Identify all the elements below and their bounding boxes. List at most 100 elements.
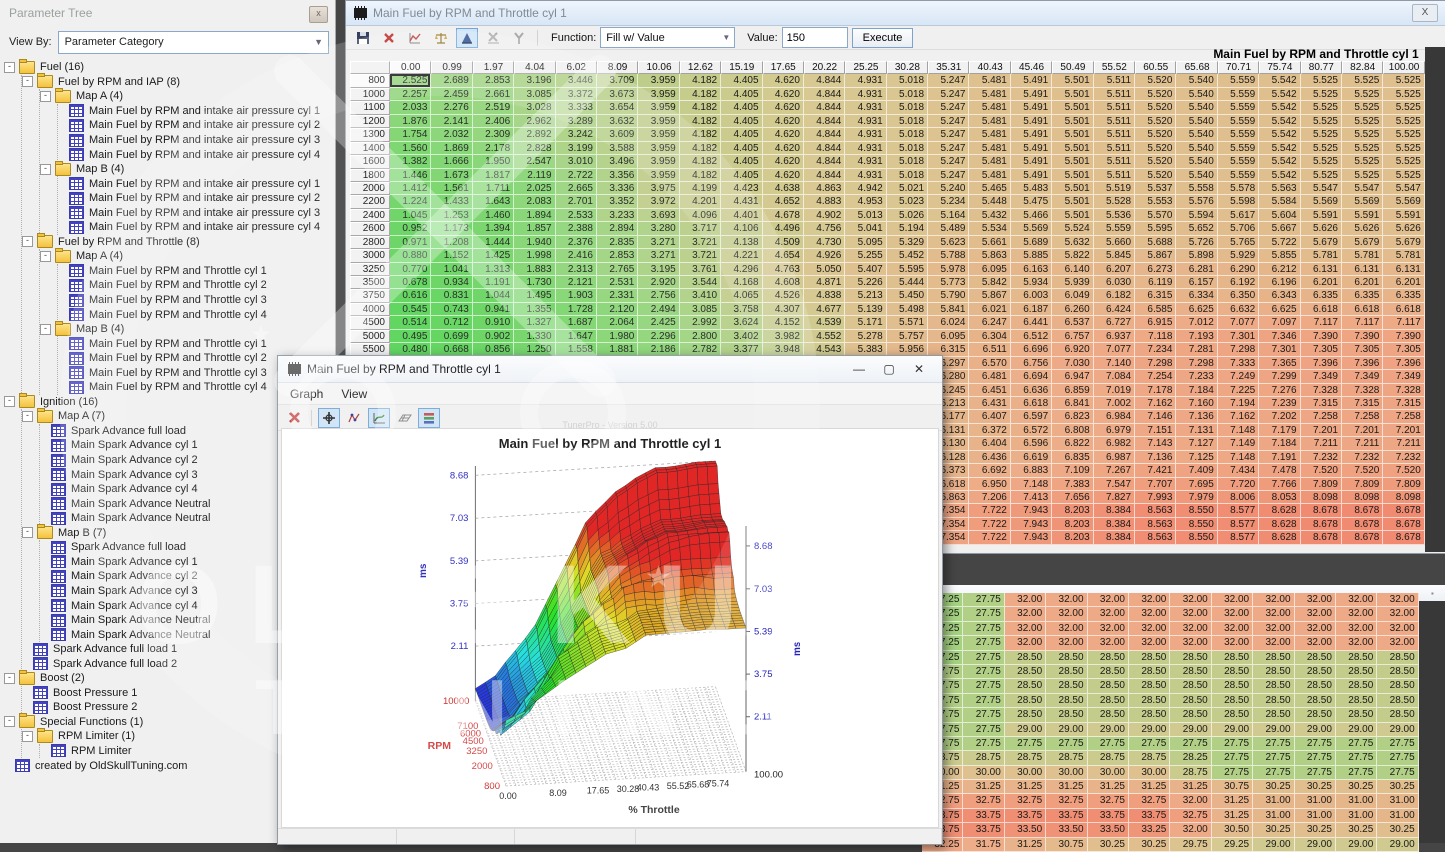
table-cell[interactable]: 2.756 [638, 289, 679, 302]
table-cell[interactable]: 5.525 [1383, 155, 1424, 168]
table-cell[interactable]: 1.666 [431, 155, 472, 168]
table-cell[interactable]: 6.859 [1052, 384, 1093, 397]
table-cell[interactable]: 5.939 [1052, 276, 1093, 289]
table-cell[interactable]: 5.661 [969, 236, 1010, 249]
table-cell[interactable]: 7.396 [1342, 357, 1383, 370]
table-cell[interactable]: 32.00 [1295, 622, 1336, 636]
table-cell[interactable]: 7.383 [1052, 478, 1093, 491]
table-cell[interactable]: 6.424 [1094, 303, 1135, 316]
table-cell[interactable]: 28.75 [963, 751, 1004, 765]
table-cell[interactable]: 6.095 [928, 330, 969, 343]
table-cell[interactable]: 5.511 [1094, 88, 1135, 101]
table-cell[interactable]: 4.431 [721, 195, 762, 208]
table-cell[interactable]: 5.465 [969, 182, 1010, 195]
surface-plot[interactable]: 2.113.755.397.038.68ms2.113.755.397.038.… [278, 456, 936, 829]
table-cell[interactable]: 3.085 [680, 303, 721, 316]
table-cell[interactable]: 5.595 [887, 263, 928, 276]
table-cell[interactable]: 2.665 [556, 182, 597, 195]
table-cell[interactable]: 5.525 [1301, 142, 1342, 155]
table-cell[interactable]: 5.139 [845, 303, 886, 316]
table-cell[interactable]: 7.413 [1011, 491, 1052, 504]
table-cell[interactable]: 28.50 [1005, 694, 1046, 708]
table-cell[interactable]: 28.50 [1170, 679, 1211, 693]
table-cell[interactable]: 31.25 [1005, 838, 1046, 852]
table-cell[interactable]: 7.178 [1135, 384, 1176, 397]
table-cell[interactable]: 5.525 [1301, 74, 1342, 87]
table-cell[interactable]: 5.501 [1052, 74, 1093, 87]
table-cell[interactable]: 7.258 [1383, 410, 1424, 423]
tree-item[interactable]: Main Fuel by RPM and intake air pressure… [58, 133, 335, 148]
table-cell[interactable]: 7.136 [1135, 451, 1176, 464]
table-cell[interactable]: 32.00 [1005, 622, 1046, 636]
table-cell[interactable]: 2.689 [431, 74, 472, 87]
table-cell[interactable]: 5.491 [1011, 169, 1052, 182]
table-cell[interactable]: 5.822 [1052, 249, 1093, 262]
table-cell[interactable]: 5.498 [887, 303, 928, 316]
table-cell[interactable]: 5.520 [1135, 169, 1176, 182]
table-cell[interactable]: 0.770 [390, 263, 431, 276]
table-cell[interactable]: 5.542 [1259, 74, 1300, 87]
tree-item[interactable]: Main Fuel by RPM and intake air pressure… [58, 220, 335, 235]
column-header[interactable]: 60.55 [1135, 61, 1176, 74]
table-cell[interactable]: 6.727 [1094, 316, 1135, 329]
table-cell[interactable]: 5.501 [1052, 209, 1093, 222]
expand-toggle-icon[interactable]: - [40, 164, 51, 175]
table-cell[interactable]: 8.384 [1094, 531, 1135, 544]
table-cell[interactable]: 5.591 [1383, 209, 1424, 222]
table-cell[interactable]: 3.496 [597, 155, 638, 168]
compare-scales-icon[interactable] [430, 28, 452, 48]
table-cell[interactable]: 32.00 [1046, 622, 1087, 636]
table-cell[interactable]: 8.384 [1094, 504, 1135, 517]
menu-graph[interactable]: Graph [290, 387, 323, 401]
table-cell[interactable]: 1.433 [431, 195, 472, 208]
table-cell[interactable]: 5.845 [1094, 249, 1135, 262]
table-cell[interactable]: 8.678 [1301, 504, 1342, 517]
menu-view[interactable]: View [341, 387, 367, 401]
table-cell[interactable]: 4.844 [804, 155, 845, 168]
table-cell[interactable]: 5.501 [1052, 142, 1093, 155]
table-cell[interactable]: 30.25 [1253, 780, 1294, 794]
table-cell[interactable]: 5.594 [1176, 209, 1217, 222]
table-cell[interactable]: 5.842 [969, 276, 1010, 289]
table-cell[interactable]: 5.652 [1176, 222, 1217, 235]
table-cell[interactable]: 5.617 [1218, 209, 1259, 222]
table-cell[interactable]: 6.451 [969, 384, 1010, 397]
table-cell[interactable]: 5.247 [928, 142, 969, 155]
tree-item[interactable]: Main Fuel by RPM and Throttle cyl 2 [58, 278, 335, 293]
table-cell[interactable]: 32.00 [1253, 593, 1294, 607]
table-cell[interactable]: 30.25 [1088, 838, 1129, 852]
table-cell[interactable]: 29.00 [1295, 838, 1336, 852]
column-header[interactable]: 80.77 [1301, 61, 1342, 74]
table-cell[interactable]: 5.213 [845, 289, 886, 302]
table-cell[interactable]: 32.00 [1129, 607, 1170, 621]
row-header[interactable]: 5000 [350, 330, 390, 343]
table-cell[interactable]: 7.232 [1301, 451, 1342, 464]
table-cell[interactable]: 4.763 [763, 263, 804, 276]
table-cell[interactable]: 7.520 [1383, 464, 1424, 477]
table-cell[interactable]: 8.678 [1301, 531, 1342, 544]
table-cell[interactable]: 28.50 [1336, 679, 1377, 693]
table-cell[interactable]: 2.547 [514, 155, 555, 168]
table-cell[interactable]: 6.512 [1011, 330, 1052, 343]
table-cell[interactable]: 5.528 [1094, 195, 1135, 208]
table-cell[interactable]: 2.121 [556, 276, 597, 289]
table-cell[interactable]: 7.305 [1301, 343, 1342, 356]
function-dropdown[interactable]: Fill w/ Value ▼ [600, 27, 735, 48]
table-cell[interactable]: 27.75 [963, 593, 1004, 607]
column-header[interactable]: 6.02 [556, 61, 597, 74]
table-cell[interactable]: 27.75 [963, 622, 1004, 636]
table-cell[interactable]: 7.012 [1176, 316, 1217, 329]
table-cell[interactable]: 0.699 [431, 330, 472, 343]
table-cell[interactable]: 5.604 [1259, 209, 1300, 222]
table-cell[interactable]: 5.247 [928, 115, 969, 128]
table-cell[interactable]: 30.00 [1129, 766, 1170, 780]
row-header[interactable]: 1600 [350, 155, 390, 168]
table-cell[interactable]: 1.495 [514, 289, 555, 302]
table-cell[interactable]: 28.50 [1088, 708, 1129, 722]
table-cell[interactable]: 31.00 [1377, 809, 1418, 823]
table-cell[interactable]: 5.542 [1259, 142, 1300, 155]
table-cell[interactable]: 8.678 [1383, 531, 1424, 544]
table-cell[interactable]: 6.585 [1135, 303, 1176, 316]
table-cell[interactable]: 4.509 [763, 236, 804, 249]
table-cell[interactable]: 8.563 [1135, 504, 1176, 517]
